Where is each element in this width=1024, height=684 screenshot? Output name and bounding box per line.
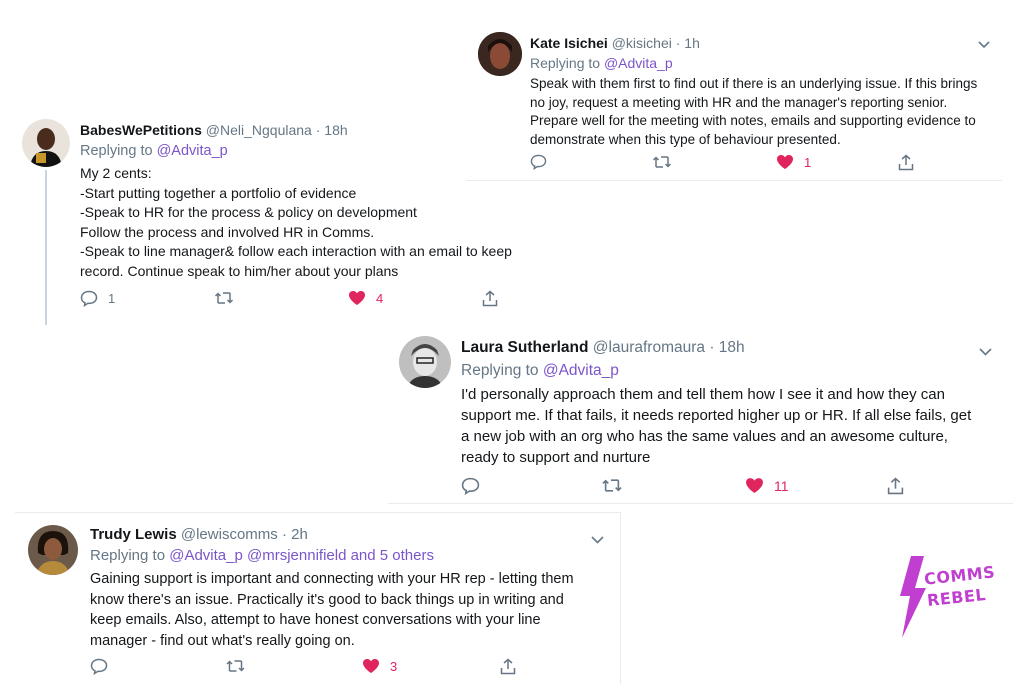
display-name[interactable]: Laura Sutherland: [461, 339, 588, 356]
reply-mention-link[interactable]: @Advita_p @mrsjennifield and 5 others: [169, 547, 434, 564]
share-button[interactable]: [500, 658, 516, 675]
avatar[interactable]: [478, 32, 522, 76]
handle[interactable]: @laurafromaura: [593, 339, 705, 356]
tweet-actions: 1 4: [80, 290, 520, 308]
tweet-text: Gaining support is important and connect…: [90, 571, 574, 649]
timestamp[interactable]: · 18h: [709, 339, 744, 356]
share-button[interactable]: [898, 154, 914, 171]
like-count: 3: [390, 658, 398, 674]
replying-to: Replying to @Advita_p: [80, 143, 228, 159]
timestamp[interactable]: · 2h: [282, 526, 308, 543]
share-icon: [887, 477, 904, 495]
display-name[interactable]: Kate Isichei: [530, 35, 608, 51]
tweet-actions: 3: [90, 658, 520, 676]
reply-mention-link[interactable]: @Advita_p: [157, 143, 228, 159]
reply-icon: [80, 290, 98, 307]
retweet-icon: [226, 660, 245, 672]
logo-text-rebel: REBEL: [926, 584, 987, 611]
tweet-trudy-lewis[interactable]: Trudy Lewis @lewiscomms · 2h Replying to…: [15, 512, 621, 684]
replying-to: Replying to @Advita_p: [530, 55, 673, 71]
tweet-header: Trudy Lewis @lewiscomms · 2h: [90, 526, 308, 543]
like-count: 4: [376, 290, 384, 306]
share-button[interactable]: [887, 477, 904, 495]
retweet-icon: [214, 292, 234, 304]
tweet-header: BabesWePetitions @Neli_Ngqulana · 18h: [80, 122, 348, 138]
heart-icon: [349, 291, 365, 305]
tweet-babeswepetitions[interactable]: BabesWePetitions @Neli_Ngqulana · 18h Re…: [14, 108, 544, 318]
display-name[interactable]: Trudy Lewis: [90, 526, 177, 543]
chevron-down-icon[interactable]: [591, 531, 604, 549]
comms-rebel-logo: COMMS REBEL: [898, 556, 996, 638]
avatar[interactable]: [28, 525, 78, 575]
retweet-button[interactable]: [601, 477, 623, 494]
avatar[interactable]: [22, 119, 70, 167]
reply-mention-link[interactable]: @Advita_p: [604, 55, 673, 71]
reply-count: 1: [108, 291, 116, 306]
reply-button[interactable]: [90, 658, 108, 675]
tweet-kate-isichei[interactable]: Kate Isichei @kisichei · 1h Replying to …: [466, 22, 1002, 181]
like-count: 1: [804, 154, 812, 170]
reply-button[interactable]: 1: [80, 290, 115, 307]
logo-text-comms: COMMS: [923, 562, 997, 589]
tweet-header: Kate Isichei @kisichei · 1h: [530, 35, 700, 51]
lightning-bolt-icon: [900, 556, 926, 638]
retweet-icon: [602, 479, 622, 492]
replying-to: Replying to @Advita_p: [461, 362, 619, 379]
reply-mention-link[interactable]: @Advita_p: [543, 362, 619, 379]
tweet-header: Laura Sutherland @laurafromaura · 18h: [461, 339, 745, 357]
tweet-text: Speak with them first to find out if the…: [530, 76, 978, 147]
retweet-button[interactable]: [214, 290, 234, 306]
reply-icon: [461, 477, 480, 495]
tweet-actions: 11: [461, 477, 911, 497]
handle[interactable]: @lewiscomms: [181, 526, 278, 543]
tweet-text: My 2 cents: -Start putting together a po…: [80, 165, 512, 279]
avatar[interactable]: [399, 336, 451, 388]
timestamp[interactable]: · 18h: [316, 122, 348, 138]
reply-button[interactable]: [461, 477, 480, 495]
share-icon: [500, 658, 516, 675]
tweet-text: I'd personally approach them and tell th…: [461, 386, 972, 466]
share-button[interactable]: [482, 290, 498, 307]
reply-icon: [90, 658, 108, 675]
handle[interactable]: @kisichei: [612, 35, 672, 51]
retweet-button[interactable]: [652, 154, 672, 170]
like-button[interactable]: 4: [348, 290, 383, 306]
tweet-laura-sutherland[interactable]: Laura Sutherland @laurafromaura · 18h Re…: [388, 325, 1013, 504]
retweet-icon: [652, 156, 672, 168]
like-count: 11: [774, 477, 789, 494]
chevron-down-icon[interactable]: [979, 343, 992, 361]
timestamp[interactable]: · 1h: [676, 35, 700, 51]
share-icon: [898, 154, 914, 171]
share-icon: [482, 290, 498, 307]
like-button[interactable]: 11: [745, 477, 789, 494]
heart-icon: [777, 155, 793, 169]
like-button[interactable]: 1: [776, 154, 811, 170]
tweet-actions: 1: [530, 154, 990, 172]
retweet-button[interactable]: [225, 658, 246, 674]
display-name[interactable]: BabesWePetitions: [80, 122, 202, 138]
heart-icon: [746, 478, 763, 493]
like-button[interactable]: 3: [362, 658, 397, 674]
handle[interactable]: @Neli_Ngqulana: [206, 122, 312, 138]
replying-to: Replying to @Advita_p @mrsjennifield and…: [90, 547, 434, 564]
chevron-down-icon[interactable]: [978, 36, 990, 54]
heart-icon: [363, 659, 379, 673]
